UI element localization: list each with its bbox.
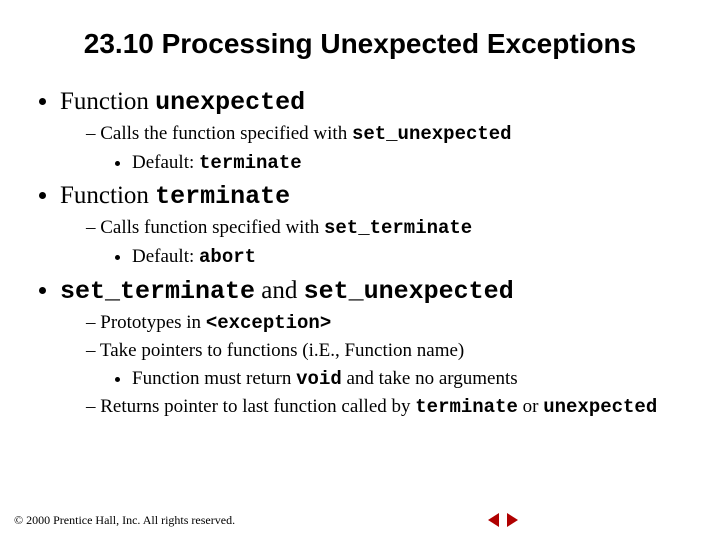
- sub-list: Calls function specified with set_termin…: [86, 215, 690, 270]
- text: Function: [60, 182, 155, 209]
- next-slide-icon[interactable]: [507, 513, 518, 527]
- code: unexpected: [543, 396, 657, 418]
- text: or: [518, 396, 543, 417]
- subsub-list: Function must return void and take no ar…: [132, 366, 690, 393]
- code: set_terminate: [324, 217, 472, 239]
- code: terminate: [155, 182, 290, 211]
- code: terminate: [415, 396, 518, 418]
- code: set_terminate: [60, 277, 255, 306]
- sub-item: Calls function specified with set_termin…: [86, 215, 690, 270]
- text: Function: [60, 88, 155, 115]
- text: Default:: [132, 152, 199, 173]
- sub-item: Calls the function specified with set_un…: [86, 121, 690, 176]
- bullet-3: set_terminate and set_unexpected Prototy…: [60, 277, 690, 422]
- text: and: [255, 277, 304, 304]
- code: <exception>: [206, 312, 331, 334]
- text: Calls function specified with: [100, 217, 324, 238]
- code: abort: [199, 246, 256, 268]
- text: Prototypes in: [100, 312, 206, 333]
- slide: 23.10 Processing Unexpected Exceptions F…: [0, 0, 720, 540]
- code: terminate: [199, 152, 302, 174]
- code: void: [296, 368, 342, 390]
- slide-title: 23.10 Processing Unexpected Exceptions: [30, 28, 690, 60]
- copyright-footer: © 2000 Prentice Hall, Inc. All rights re…: [14, 513, 706, 528]
- text: Returns pointer to last function called …: [100, 396, 415, 417]
- code: unexpected: [155, 88, 305, 117]
- text: Take pointers to functions (i.E., Functi…: [100, 340, 464, 361]
- code: set_unexpected: [304, 277, 514, 306]
- sub-item: Take pointers to functions (i.E., Functi…: [86, 338, 690, 392]
- sub-item: Prototypes in <exception>: [86, 310, 690, 337]
- bullet-list: Function unexpected Calls the function s…: [60, 88, 690, 421]
- subsub-list: Default: terminate: [132, 150, 690, 177]
- bullet-2: Function terminate Calls function specif…: [60, 182, 690, 270]
- subsub-item: Default: abort: [132, 244, 690, 271]
- subsub-list: Default: abort: [132, 244, 690, 271]
- text: Default:: [132, 246, 199, 267]
- bullet-1: Function unexpected Calls the function s…: [60, 88, 690, 176]
- code: set_unexpected: [352, 123, 512, 145]
- slide-nav: [486, 513, 520, 532]
- prev-slide-icon[interactable]: [488, 513, 499, 527]
- sub-list: Calls the function specified with set_un…: [86, 121, 690, 176]
- subsub-item: Function must return void and take no ar…: [132, 366, 690, 393]
- text: Function must return: [132, 368, 296, 389]
- sub-list: Prototypes in <exception> Take pointers …: [86, 310, 690, 422]
- text: and take no arguments: [342, 368, 518, 389]
- text: Calls the function specified with: [100, 123, 352, 144]
- subsub-item: Default: terminate: [132, 150, 690, 177]
- sub-item: Returns pointer to last function called …: [86, 394, 690, 421]
